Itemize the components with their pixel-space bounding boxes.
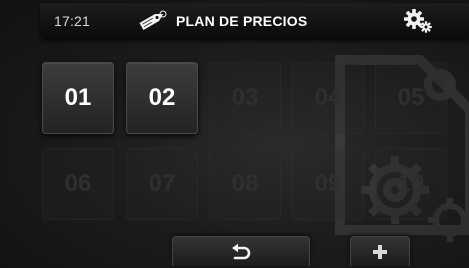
plan-tile-10[interactable]: 10: [375, 148, 447, 220]
plan-label: 08: [231, 170, 259, 197]
plan-tile-01[interactable]: 01: [42, 62, 114, 134]
plan-label: 09: [314, 170, 342, 197]
plan-label: 05: [397, 84, 425, 111]
gears-icon[interactable]: [403, 8, 433, 34]
plan-label: 03: [231, 84, 259, 111]
plan-label: 07: [148, 170, 176, 197]
plan-label: 01: [64, 84, 92, 111]
plan-tile-09[interactable]: 09: [292, 148, 364, 220]
page-title: PLAN DE PRECIOS: [176, 13, 308, 29]
back-button[interactable]: [172, 236, 310, 266]
price-plan-screen: 17:21 PLAN DE PRECIOS 01 02 03 04 05 06 …: [0, 0, 469, 268]
undo-arrow-icon: [232, 243, 251, 259]
add-plan-button[interactable]: [350, 236, 410, 266]
plan-tile-08[interactable]: 08: [209, 148, 281, 220]
plan-tile-04[interactable]: 04: [292, 62, 364, 134]
plan-tile-07[interactable]: 07: [126, 148, 198, 220]
clock-time: 17:21: [54, 13, 91, 29]
plan-label: 04: [314, 84, 342, 111]
plan-tile-03[interactable]: 03: [209, 62, 281, 134]
price-tag-icon: [139, 10, 167, 30]
plan-label: 10: [397, 170, 425, 197]
plan-label: 02: [148, 84, 176, 111]
plan-tile-06[interactable]: 06: [42, 148, 114, 220]
plan-tile-02[interactable]: 02: [126, 62, 198, 134]
plan-label: 06: [64, 170, 92, 197]
plan-tile-05[interactable]: 05: [375, 62, 447, 134]
header-bar: 17:21 PLAN DE PRECIOS: [40, 3, 469, 39]
plus-icon: [373, 244, 387, 259]
